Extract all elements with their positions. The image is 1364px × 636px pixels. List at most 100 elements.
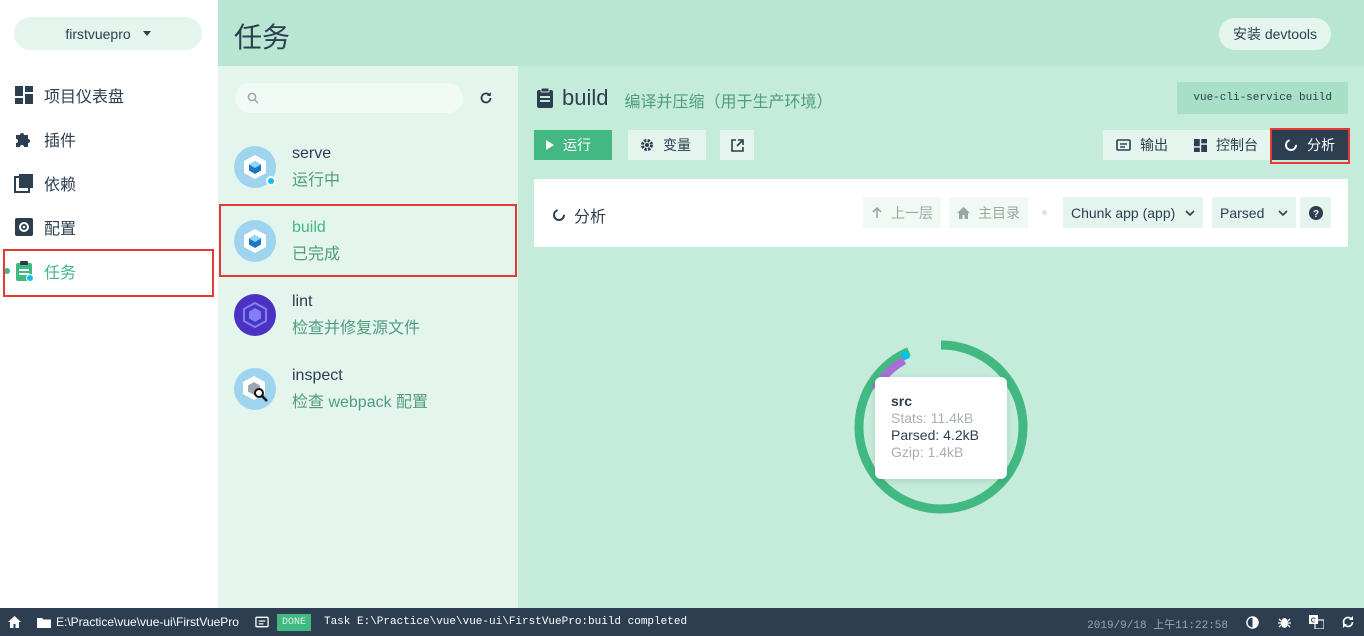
view-tab-label: 输出 [1140, 137, 1168, 153]
webpack-icon [234, 220, 276, 262]
status-bar: E:\Practice\vue\vue-ui\FirstVuePro DONE … [0, 608, 1364, 636]
tooltip-stats-size: Stats: 11.4kB [891, 410, 974, 426]
task-search [235, 83, 463, 113]
refresh-icon [480, 92, 492, 104]
clipboard-icon [537, 88, 553, 108]
view-tab-dashboard[interactable]: 控制台 [1181, 130, 1271, 160]
task-description: 检查 webpack 配置 [292, 393, 429, 411]
page-header: 任务 安装 devtools [218, 0, 1364, 66]
chevron-down-icon [1185, 209, 1195, 216]
log-message: Task E:\Practice\vue\vue-ui\FirstVuePro:… [323, 616, 688, 628]
task-name: serve [292, 144, 332, 162]
project-selector[interactable]: firstvuepro [14, 17, 202, 50]
view-tab-output[interactable]: 输出 [1103, 130, 1181, 160]
home-icon [957, 206, 970, 219]
nav-item-tasks[interactable]: 任务 [0, 249, 218, 293]
status-actions: G [1228, 614, 1356, 630]
analysis-icon [1284, 138, 1298, 152]
view-tab-analysis[interactable]: 分析 [1271, 130, 1348, 160]
task-description: 已完成 [292, 245, 341, 263]
view-switcher: 输出 控制台 分析 [1103, 130, 1348, 160]
gear-icon [640, 138, 654, 152]
task-item-serve[interactable]: serve 运行中 [218, 130, 518, 204]
tooltip-parsed-size: Parsed: 4.2kB [891, 427, 979, 443]
nav-item-label: 依赖 [44, 177, 77, 194]
nav-item-dependencies[interactable]: 依赖 [0, 161, 218, 205]
log-timestamp: 2019/9/18 上午11:22:58 [1087, 620, 1228, 632]
run-button[interactable]: 运行 [534, 130, 612, 160]
nav-item-label: 插件 [44, 133, 77, 150]
task-name: inspect [292, 366, 343, 384]
home-icon[interactable] [8, 616, 21, 628]
chevron-down-icon [1278, 209, 1288, 216]
nav-item-config[interactable]: 配置 [0, 205, 218, 249]
task-header: build 编译并压缩（用于生产环境） [536, 84, 833, 112]
run-label: 运行 [563, 137, 591, 153]
translate-icon[interactable]: G [1308, 614, 1324, 630]
analysis-title: 分析 [552, 203, 606, 227]
tooltip-module-name: src [891, 393, 913, 409]
search-icon [247, 92, 259, 104]
refresh-icon[interactable] [1340, 614, 1356, 630]
view-tab-label: 控制台 [1216, 137, 1258, 153]
task-subtitle: 编译并压缩（用于生产环境） [624, 94, 833, 111]
task-name: build [292, 218, 326, 236]
caret-down-icon [142, 31, 151, 36]
view-tab-label: 分析 [1307, 137, 1335, 153]
settings-icon [14, 217, 34, 237]
refresh-button[interactable] [476, 88, 496, 108]
task-title: build [562, 85, 609, 110]
output-icon [1116, 139, 1131, 151]
bug-icon[interactable] [1276, 614, 1292, 630]
help-icon: ? [1308, 205, 1323, 220]
variables-button[interactable]: 变量 [628, 130, 706, 160]
go-root-button[interactable]: 主目录 [949, 197, 1028, 228]
nav-item-plugins[interactable]: 插件 [0, 117, 218, 161]
search-input[interactable] [267, 90, 457, 106]
puzzle-icon [14, 129, 34, 149]
log-status-badge: DONE [276, 613, 311, 631]
variables-label: 变量 [663, 137, 691, 153]
active-indicator [4, 268, 10, 274]
left-nav: firstvuepro 项目仪表盘 插件 依赖 配置 任务 [0, 0, 218, 608]
nav-item-label: 任务 [44, 265, 77, 282]
webpack-icon [234, 146, 276, 188]
analysis-toolbar: 分析 上一层 主目录 Chunk app (app) Parsed ? [534, 179, 1348, 247]
task-detail: build 编译并压缩（用于生产环境） vue-cli-service buil… [518, 66, 1364, 608]
webpack-inspect-icon [234, 368, 276, 410]
module-arc-other[interactable] [900, 350, 911, 361]
open-in-new-icon [730, 138, 744, 152]
task-item-lint[interactable]: lint 检查并修复源文件 [218, 278, 518, 352]
eslint-icon [234, 294, 276, 336]
folder-icon[interactable] [37, 617, 51, 628]
analysis-icon [552, 208, 566, 222]
svg-text:?: ? [1312, 209, 1318, 220]
task-name: lint [292, 292, 313, 310]
project-path[interactable]: E:\Practice\vue\vue-ui\FirstVuePro [56, 615, 239, 629]
arrow-up-icon [871, 206, 883, 219]
task-list: serve 运行中 build 已完成 lint 检查并修复源文件 inspec… [218, 66, 518, 608]
chunk-select[interactable]: Chunk app (app) [1063, 197, 1204, 228]
task-description: 运行中 [292, 171, 341, 189]
library-icon [14, 173, 34, 193]
go-up-button[interactable]: 上一层 [863, 197, 941, 228]
clipboard-icon [14, 261, 34, 281]
console-log-icon[interactable] [255, 616, 269, 628]
play-icon [546, 140, 554, 150]
nav-item-dashboard[interactable]: 项目仪表盘 [0, 73, 218, 117]
size-type-select[interactable]: Parsed [1212, 197, 1297, 228]
tooltip-gzip-size: Gzip: 1.4kB [891, 444, 964, 460]
install-devtools-button[interactable]: 安装 devtools [1218, 18, 1331, 50]
open-external-button[interactable] [720, 130, 754, 160]
chart-tooltip: src Stats: 11.4kB Parsed: 4.2kB Gzip: 1.… [875, 377, 1007, 479]
task-description: 检查并修复源文件 [292, 319, 421, 337]
task-item-build[interactable]: build 已完成 [218, 204, 518, 278]
task-item-inspect[interactable]: inspect 检查 webpack 配置 [218, 352, 518, 426]
theme-toggle-icon[interactable] [1244, 614, 1260, 630]
project-name: firstvuepro [65, 25, 131, 42]
dashboard-icon [1194, 138, 1207, 152]
page-title: 任务 [234, 22, 291, 53]
separator-dot [1042, 210, 1047, 215]
help-button[interactable]: ? [1300, 197, 1331, 228]
nav-item-label: 项目仪表盘 [44, 89, 125, 106]
